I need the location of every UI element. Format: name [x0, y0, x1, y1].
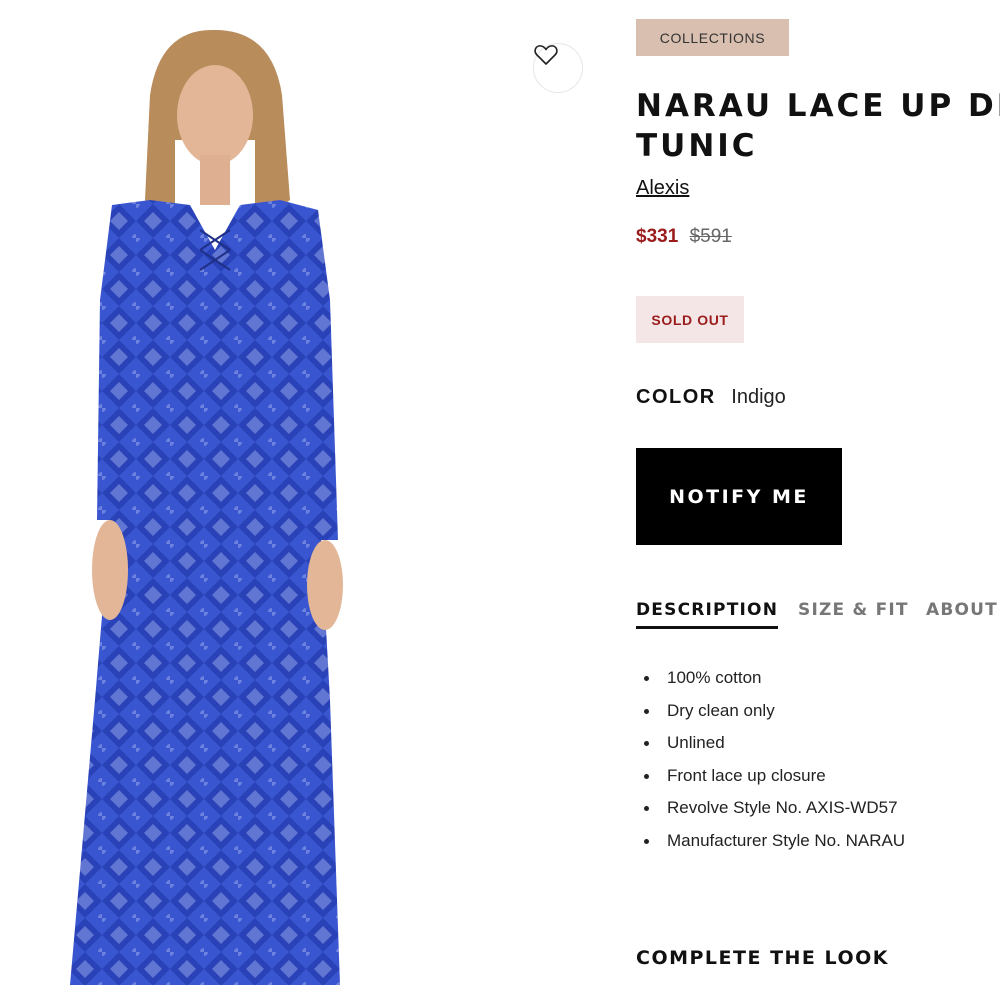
- color-label: COLOR: [636, 386, 716, 408]
- product-title: NARAU LACE UP DR TUNIC: [636, 86, 1000, 166]
- tab-size-fit[interactable]: SIZE & FIT: [798, 600, 909, 626]
- description-list: 100% cotton Dry clean only Unlined Front…: [636, 663, 905, 858]
- list-item: Manufacturer Style No. NARAU: [636, 826, 905, 859]
- color-value: Indigo: [731, 386, 786, 408]
- brand-link[interactable]: Alexis: [636, 177, 689, 200]
- price-row: $331 $591: [636, 226, 732, 248]
- list-item: Unlined: [636, 728, 905, 761]
- list-item: Front lace up closure: [636, 761, 905, 794]
- tab-description[interactable]: DESCRIPTION: [636, 600, 779, 629]
- product-title-line-2: TUNIC: [636, 128, 758, 164]
- original-price: $591: [689, 226, 732, 247]
- notify-me-button[interactable]: NOTIFY ME: [636, 448, 842, 545]
- list-item: Dry clean only: [636, 696, 905, 729]
- sale-price: $331: [636, 226, 679, 247]
- complete-the-look-heading: COMPLETE THE LOOK: [636, 947, 889, 969]
- heart-outline-icon: [534, 45, 558, 65]
- product-title-line-1: NARAU LACE UP DR: [636, 88, 1000, 124]
- sold-out-badge: SOLD OUT: [636, 296, 744, 343]
- tab-about[interactable]: ABOUT: [926, 600, 998, 626]
- list-item: 100% cotton: [636, 663, 905, 696]
- collections-badge[interactable]: COLLECTIONS: [636, 19, 789, 56]
- color-row: COLOR Indigo: [636, 386, 786, 409]
- product-image: [0, 0, 600, 1000]
- model-illustration: [70, 29, 343, 985]
- list-item: Revolve Style No. AXIS-WD57: [636, 793, 905, 826]
- wishlist-button[interactable]: [533, 43, 583, 93]
